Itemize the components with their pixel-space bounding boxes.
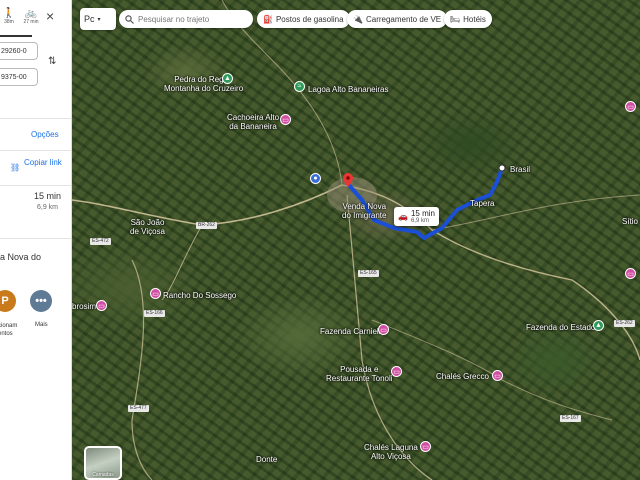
road-shield: ES-472 (90, 238, 111, 245)
parking-label: cionamentos (0, 323, 18, 337)
copy-link-button[interactable]: Copiar link (24, 158, 68, 168)
parking-icon: P (1, 295, 9, 307)
map-roads-layer (72, 0, 640, 480)
close-icon[interactable]: × (46, 8, 54, 24)
mode-bike[interactable]: 🚲 27 min (20, 8, 42, 25)
origin-field[interactable]: 29260-0 (0, 42, 38, 60)
lodging-poi-icon[interactable]: ▭ (378, 324, 389, 335)
mode-walk[interactable]: 🚶 38m (0, 8, 18, 25)
shopping-poi-icon[interactable]: ● (310, 173, 321, 184)
label-chales-grecco[interactable]: Chalés Grecco (436, 372, 489, 381)
label-brosim[interactable]: brosim (72, 302, 96, 311)
label-lagoa[interactable]: Lagoa Alto Bananeiras (308, 85, 389, 94)
label-venda-nova[interactable]: Venda Nova do Imigrante (342, 202, 386, 220)
callout-time: 15 min (410, 209, 435, 218)
divider (0, 118, 71, 119)
road-shield: ES-166 (144, 310, 165, 317)
mode-underline (0, 35, 32, 37)
chip-ev-charging[interactable]: 🔌 Carregamento de VE (347, 10, 448, 28)
route-time-callout[interactable]: 🚗 15 min 6,9 km (394, 207, 439, 226)
label-sao-joao[interactable]: São João de Viçosa (130, 218, 165, 236)
label-brasil[interactable]: Brasil (510, 165, 530, 174)
route-distance: 6,9 km (37, 204, 59, 211)
road-shield: BR-262 (196, 222, 217, 229)
label-pousada[interactable]: Pousada e Restaurante Tonoli (326, 365, 393, 383)
travel-modes: 🚶 38m 🚲 27 min × (0, 8, 71, 30)
road-shield: ES-165 (358, 270, 379, 277)
more-icon: ••• (35, 295, 47, 307)
chip-hotels[interactable]: 🛏 Hotéis (444, 10, 492, 28)
callout-distance: 6,9 km (410, 218, 429, 224)
hotel-poi-icon[interactable]: ▭ (280, 114, 291, 125)
travel-mode-value: Pc (84, 14, 95, 24)
directions-panel: 🚶 38m 🚲 27 min × 29260-0 9375-00 ⇅ Opçõe… (0, 0, 72, 480)
farm-poi-icon[interactable]: ▲ (593, 320, 604, 331)
divider (0, 185, 71, 186)
origin-pin-icon[interactable] (343, 173, 353, 187)
options-link[interactable]: Opções (31, 130, 59, 139)
route-time[interactable]: 15 min (34, 191, 61, 201)
hotel-icon: 🛏 (450, 14, 461, 24)
parking-button[interactable]: P (0, 290, 16, 312)
ev-icon: 🔌 (353, 14, 363, 24)
map-canvas[interactable]: Pedra do Rego - Montanha do Cruzeiro ▲ ≈ … (72, 0, 640, 480)
label-rancho[interactable]: Rancho Do Sossego (163, 291, 236, 300)
lodging-poi-icon[interactable]: ▭ (96, 300, 107, 311)
swap-icon[interactable]: ⇅ (48, 56, 56, 67)
walk-icon: 🚶 (2, 8, 16, 19)
chip-gas-stations[interactable]: ⛽ Postos de gasolina (257, 10, 350, 28)
search-placeholder: Pesquisar no trajeto (138, 14, 210, 24)
gas-icon: ⛽ (263, 14, 273, 24)
label-fazenda-carnielli[interactable]: Fazenda Carnielli (320, 327, 382, 336)
lake-poi-icon[interactable]: ≈ (294, 81, 305, 92)
lodging-poi-icon[interactable]: ▭ (492, 370, 503, 381)
route-search-input[interactable]: Pesquisar no trajeto (119, 10, 253, 28)
walk-time: 38m (4, 19, 14, 25)
layers-button[interactable]: Camadas (84, 446, 122, 480)
road-shield: ES-262 (614, 320, 635, 327)
more-button[interactable]: ••• (30, 290, 52, 312)
lodging-poi-icon[interactable]: ▭ (391, 366, 402, 377)
lodging-poi-icon[interactable]: ▭ (625, 101, 636, 112)
lodging-poi-icon[interactable]: ▭ (625, 268, 636, 279)
chip-label: Carregamento de VE (365, 14, 442, 24)
chevron-down-icon: ▾ (97, 16, 101, 23)
divider (0, 150, 71, 151)
layers-label: Camadas (92, 472, 114, 478)
lodging-poi-icon[interactable]: ▭ (420, 441, 431, 452)
travel-mode-select[interactable]: Pc ▾ (80, 8, 116, 30)
chip-label: Hotéis (463, 14, 486, 24)
more-label: Mais (35, 322, 48, 328)
label-chales-laguna[interactable]: Chalés Laguna Alto Viçosa (364, 443, 418, 461)
label-ponte[interactable]: Donte (256, 455, 277, 464)
origin-value: 29260-0 (1, 47, 27, 55)
label-sitio[interactable]: Sítio co (622, 217, 640, 226)
place-name: a Nova do (0, 252, 42, 262)
bike-icon: 🚲 (24, 8, 38, 19)
destination-field[interactable]: 9375-00 (0, 68, 38, 86)
road-shield: ES-477 (128, 405, 149, 412)
search-icon (125, 14, 134, 24)
bike-time: 27 min (23, 19, 39, 25)
divider (0, 238, 71, 239)
viewpoint-poi-icon[interactable]: ▲ (222, 73, 233, 84)
link-icon: ⛓ (10, 163, 21, 172)
label-fazenda-estado[interactable]: Fazenda do Estado (526, 323, 595, 332)
label-tapera[interactable]: Tapera (470, 199, 494, 208)
road-shield: ES-167 (560, 415, 581, 422)
label-cachoeira[interactable]: Cachoeira Alto da Bananeira (227, 113, 279, 131)
chip-label: Postos de gasolina (275, 14, 344, 24)
car-icon: 🚗 (398, 212, 408, 221)
destination-value: 9375-00 (1, 73, 27, 81)
lodging-poi-icon[interactable]: ▭ (150, 288, 161, 299)
